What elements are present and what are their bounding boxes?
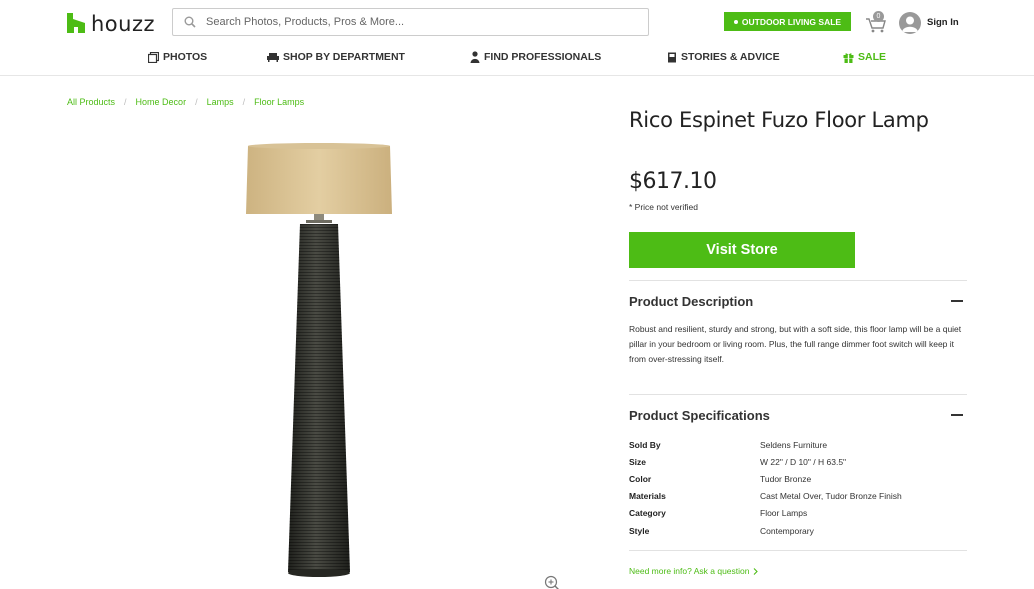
user-icon (902, 16, 918, 32)
avatar[interactable] (899, 12, 921, 34)
cart-button[interactable]: 0 (865, 11, 887, 33)
spec-row: Size W 22" / D 10" / H 63.5" (629, 453, 967, 470)
houzz-logo-icon (67, 13, 85, 33)
sofa-icon (267, 53, 279, 62)
search-icon (184, 16, 196, 28)
zoom-icon[interactable] (544, 575, 560, 589)
nav-item-stories[interactable]: STORIES & ADVICE (667, 51, 780, 63)
spec-value: Contemporary (760, 525, 814, 536)
breadcrumb-lamps[interactable]: Lamps (207, 97, 234, 107)
spec-key: Style (629, 525, 650, 536)
outdoor-sale-button[interactable]: OUTDOOR LIVING SALE (724, 12, 851, 31)
product-description-text: Robust and resilient, sturdy and strong,… (629, 324, 962, 364)
nav-label-photos: PHOTOS (163, 51, 208, 63)
cart-count-badge: 0 (873, 11, 884, 22)
spec-key: Category (629, 508, 666, 519)
spec-key: Color (629, 473, 652, 484)
houzz-logo[interactable]: houzz (67, 9, 156, 36)
gift-icon (843, 52, 854, 63)
search-input[interactable] (206, 16, 626, 28)
breadcrumb-separator: / (195, 97, 198, 107)
nav-item-sale[interactable]: SALE (843, 51, 886, 63)
nav-item-photos[interactable]: PHOTOS (148, 51, 207, 63)
breadcrumb-separator: / (124, 97, 127, 107)
collapse-minus-icon[interactable] (951, 300, 963, 302)
breadcrumb-floor-lamps[interactable]: Floor Lamps (254, 97, 304, 107)
breadcrumb-home-decor[interactable]: Home Decor (136, 97, 187, 107)
spec-value: W 22" / D 10" / H 63.5" (760, 456, 847, 467)
nav-item-shop[interactable]: SHOP BY DEPARTMENT (267, 51, 405, 63)
nav-label-professionals: FIND PROFESSIONALS (484, 51, 602, 63)
sign-in-link[interactable]: Sign In (927, 17, 959, 28)
promo-dot-icon (733, 19, 738, 24)
site-header: houzz OUTDOOR LIVING SALE 0 Sign In (0, 0, 1034, 76)
divider (629, 394, 967, 395)
book-icon (668, 52, 676, 62)
spec-key: Sold By (629, 439, 661, 450)
spec-key: Materials (629, 491, 666, 502)
promo-label: OUTDOOR LIVING SALE (741, 16, 842, 27)
spec-row: Style Contemporary (629, 522, 967, 539)
product-specifications-heading[interactable]: Product Specifications (629, 408, 770, 423)
spec-value: Floor Lamps (760, 508, 808, 519)
product-title: Rico Espinet Fuzo Floor Lamp (629, 108, 929, 132)
nav-label-sale: SALE (858, 51, 887, 63)
photos-icon (148, 51, 159, 63)
ask-question-link[interactable]: Need more info? Ask a question (629, 566, 758, 576)
spec-row: Materials Cast Metal Over, Tudor Bronze … (629, 488, 967, 505)
person-icon (470, 51, 480, 63)
product-price: $617.10 (629, 169, 717, 194)
spec-row: Sold By Seldens Furniture (629, 436, 967, 453)
spec-value: Tudor Bronze (760, 473, 812, 484)
divider (629, 280, 967, 281)
main-nav: PHOTOS SHOP BY DEPARTMENT FIND PROFESSIO… (0, 47, 1034, 71)
nav-label-stories: STORIES & ADVICE (681, 51, 780, 63)
price-note: * Price not verified (629, 202, 698, 212)
ask-question-label: Need more info? Ask a question (629, 566, 750, 576)
breadcrumb: All Products / Home Decor / Lamps / Floo… (67, 97, 304, 107)
logo-text: houzz (91, 12, 156, 36)
spec-key: Size (629, 456, 647, 467)
product-image[interactable] (240, 140, 400, 580)
breadcrumb-all-products[interactable]: All Products (67, 97, 115, 107)
spec-value: Seldens Furniture (760, 439, 828, 450)
nav-item-professionals[interactable]: FIND PROFESSIONALS (470, 51, 601, 63)
product-description-heading[interactable]: Product Description (629, 294, 753, 309)
visit-store-button[interactable]: Visit Store (629, 232, 855, 268)
specs-table: Sold By Seldens Furniture Size W 22" / D… (629, 436, 967, 539)
breadcrumb-separator: / (242, 97, 246, 107)
nav-label-shop: SHOP BY DEPARTMENT (283, 51, 405, 63)
collapse-minus-icon[interactable] (951, 414, 963, 416)
search-bar[interactable] (172, 8, 649, 36)
divider (629, 550, 967, 551)
chevron-right-icon (753, 567, 758, 575)
spec-value: Cast Metal Over, Tudor Bronze Finish (760, 491, 902, 502)
spec-row: Category Floor Lamps (629, 505, 967, 522)
spec-row: Color Tudor Bronze (629, 470, 967, 487)
